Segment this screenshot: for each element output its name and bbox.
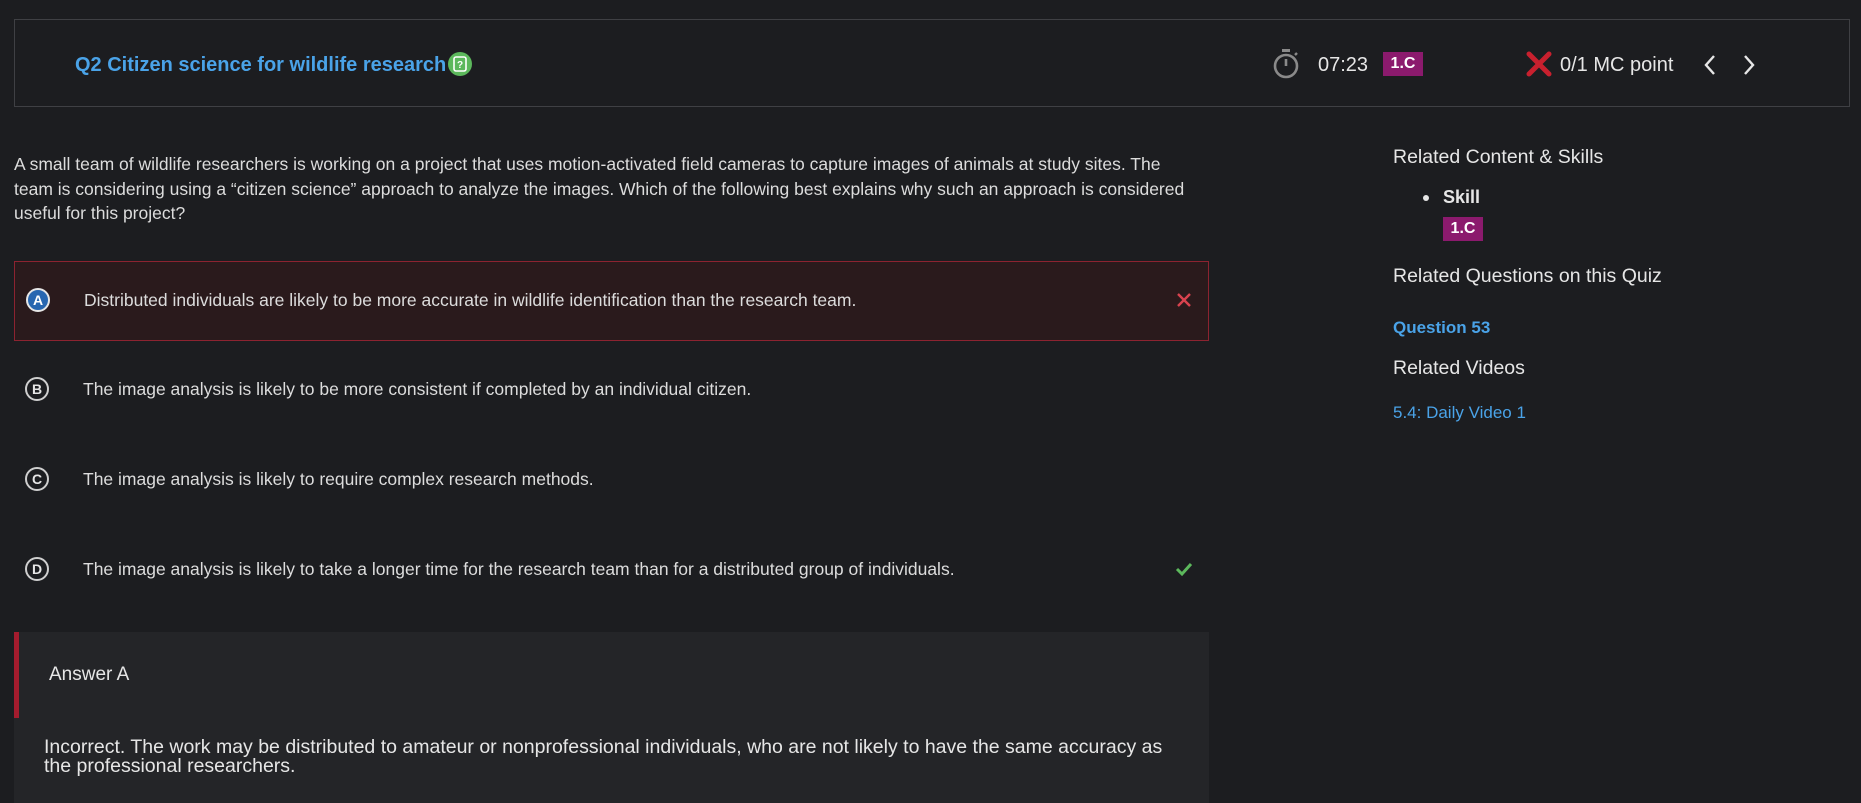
- option-text: The image analysis is likely to be more …: [83, 379, 752, 399]
- related-video-link[interactable]: 5.4: Daily Video 1: [1393, 403, 1526, 423]
- question-text: A small team of wildlife researchers is …: [14, 154, 1185, 223]
- question-mark-icon[interactable]: ?: [448, 52, 472, 76]
- chevron-left-icon: [1704, 55, 1715, 75]
- skill-label: Skill: [1443, 187, 1481, 207]
- answer-explanation: Answer A Incorrect. The work may be dist…: [14, 632, 1209, 803]
- next-question-button[interactable]: [1741, 53, 1757, 82]
- question-title[interactable]: Q2 Citizen science for wildlife research: [75, 54, 446, 77]
- incorrect-x-icon: [1526, 51, 1552, 82]
- skill-badge: 1.C: [1443, 217, 1483, 241]
- option-text: The image analysis is likely to require …: [83, 469, 594, 489]
- option-letter: B: [25, 377, 49, 401]
- explanation-title: Answer A: [49, 664, 130, 685]
- explanation-text: Incorrect. The work may be distributed t…: [44, 736, 1163, 777]
- option-text: The image analysis is likely to take a l…: [83, 559, 955, 579]
- skill-badge: 1.C: [1383, 52, 1423, 76]
- answer-option-c[interactable]: C The image analysis is likely to requir…: [14, 441, 1209, 521]
- related-questions-heading: Related Questions on this Quiz: [1393, 265, 1662, 287]
- bullet-dot: [1423, 195, 1429, 201]
- incorrect-x-icon: [1176, 292, 1192, 313]
- option-text: Distributed individuals are likely to be…: [84, 290, 857, 310]
- stopwatch-icon: [1272, 49, 1300, 84]
- svg-text:?: ?: [457, 60, 463, 71]
- explanation-accent-bar: [14, 632, 19, 718]
- score: 0/1 MC point: [1560, 54, 1674, 76]
- chevron-right-icon: [1744, 55, 1755, 75]
- related-videos-heading: Related Videos: [1393, 357, 1525, 379]
- related-question-link[interactable]: Question 53: [1393, 318, 1490, 338]
- previous-question-button[interactable]: [1702, 53, 1718, 82]
- answer-option-a[interactable]: A Distributed individuals are likely to …: [14, 261, 1209, 341]
- checkmark-icon: [1175, 561, 1193, 582]
- option-letter: C: [25, 467, 49, 491]
- answer-option-d[interactable]: D The image analysis is likely to take a…: [14, 531, 1209, 611]
- option-letter: A: [26, 288, 50, 312]
- timer: 07:23: [1318, 54, 1369, 76]
- question-header: Q2 Citizen science for wildlife research…: [14, 19, 1850, 107]
- related-content-heading: Related Content & Skills: [1393, 146, 1604, 168]
- option-letter: D: [25, 557, 49, 581]
- answer-option-b[interactable]: B The image analysis is likely to be mor…: [14, 351, 1209, 431]
